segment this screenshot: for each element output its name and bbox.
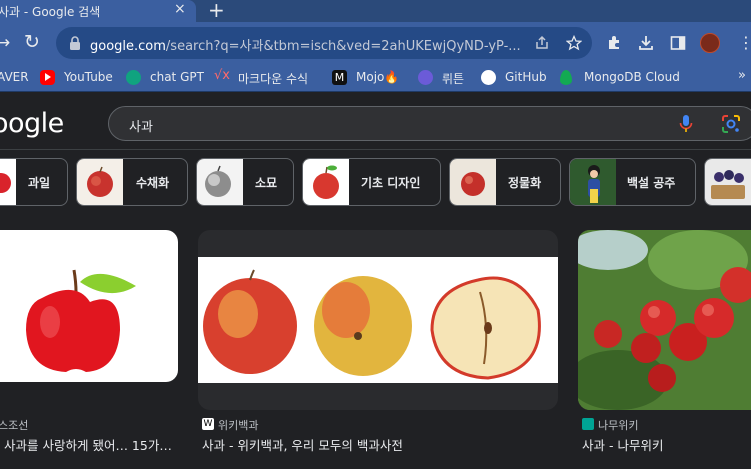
chip-label: 소묘 [255,176,278,190]
chip-label: 기초 디자인 [361,176,421,190]
mongodb-icon [560,70,572,85]
chip-thumbnail [705,159,751,205]
bookmark-youtube[interactable]: YouTube [64,70,113,84]
new-tab-button[interactable]: + [208,0,225,22]
chip-watercolor[interactable]: 수채화 [76,158,188,206]
search-input[interactable]: 사과 [129,116,153,135]
namuwiki-icon [582,418,594,430]
result-source: 위키백과 [218,419,259,432]
result-title[interactable]: 사과 - 위키백과, 우리 모두의 백과사전 [202,435,403,454]
wrtn-icon [418,70,433,85]
bookmark-chatgpt[interactable]: chat GPT [150,70,204,84]
chip-thumbnail [570,159,616,205]
address-bar[interactable]: google.com/search?q=사과&tbm=isch&ved=2ahU… [56,27,592,59]
youtube-icon [40,70,55,85]
result-title[interactable]: 사과 - 나무위키 [582,435,663,454]
forward-icon[interactable]: → [0,33,10,53]
apples-image [198,257,558,383]
download-icon[interactable] [638,35,654,51]
chatgpt-icon [126,70,141,85]
chip-label: 백설 공주 [627,176,676,190]
result-image-2[interactable] [198,230,558,410]
profile-avatar[interactable] [700,33,720,53]
chip-thumbnail [450,159,496,205]
chip-snow-white[interactable]: 백설 공주 [569,158,696,206]
more-menu-icon[interactable]: ⋮ [738,33,751,53]
chip-basic-design[interactable]: 기초 디자인 [302,158,441,206]
google-header: oogle 사과 [0,92,751,150]
url-path: /search?q=사과&tbm=isch&ved=2ahUKEwjQyND-y… [165,39,521,54]
apple-image [26,269,136,372]
bookmarks-bar: AVER YouTube chat GPT √x 마크다운 수식 M Mojo🔥… [0,64,751,92]
result-title[interactable]: 사과를 사랑하게 됐어… 15가… [4,435,172,454]
share-icon[interactable] [534,35,550,51]
microphone-icon[interactable] [679,114,693,134]
search-box[interactable]: 사과 [108,106,751,141]
result-image-1[interactable] [0,230,178,382]
result-source: 나무위키 [598,419,639,432]
extensions-icon[interactable] [606,35,622,51]
mojo-icon: M [332,70,347,85]
chip-more[interactable] [704,158,751,206]
google-logo[interactable]: oogle [0,108,64,139]
url-host: google.com [90,39,166,54]
chevron-right-icon[interactable]: » [738,68,746,83]
bookmark-star-icon[interactable] [566,35,582,51]
chip-label: 정물화 [508,176,542,190]
github-icon [481,70,496,85]
bookmark-naver[interactable]: AVER [0,70,29,84]
url-text: google.com/search?q=사과&tbm=isch&ved=2ahU… [90,35,521,54]
chip-thumbnail [197,159,243,205]
chip-thumbnail [0,159,16,205]
site-info-icon[interactable] [68,35,82,51]
chip-drawing[interactable]: 소묘 [196,158,294,206]
chip-label: 수채화 [136,176,170,190]
chip-thumbnail [77,159,123,205]
tab-title: 사과 - Google 검색 [0,5,101,19]
bookmark-mongodb[interactable]: MongoDB Cloud [584,70,680,84]
bookmark-mojo[interactable]: Mojo🔥 [356,70,399,84]
tab-strip: 사과 - Google 검색 × + [0,0,751,22]
chip-label: 과일 [28,176,51,190]
side-panel-icon[interactable] [670,35,686,51]
close-icon[interactable]: × [174,1,186,17]
math-formula-icon: √x [214,68,230,83]
reload-icon[interactable]: ↻ [24,32,40,52]
wikipedia-icon: W [202,418,214,430]
chip-fruit[interactable]: 과일 [0,158,68,206]
browser-toolbar: → ↻ google.com/search?q=사과&tbm=isch&ved=… [0,22,751,64]
apple-tree-image [578,230,751,410]
tab-active[interactable]: 사과 - Google 검색 × [0,0,196,22]
chip-still-life[interactable]: 정물화 [449,158,561,206]
chip-thumbnail [303,159,349,205]
bookmark-markdown[interactable]: 마크다운 수식 [238,70,308,87]
bookmark-wrtn[interactable]: 뤼튼 [442,70,464,87]
lens-camera-icon[interactable] [721,114,741,134]
result-source: 스조선 [0,419,29,432]
bookmark-github[interactable]: GitHub [505,70,547,84]
result-image-3[interactable] [578,230,751,410]
